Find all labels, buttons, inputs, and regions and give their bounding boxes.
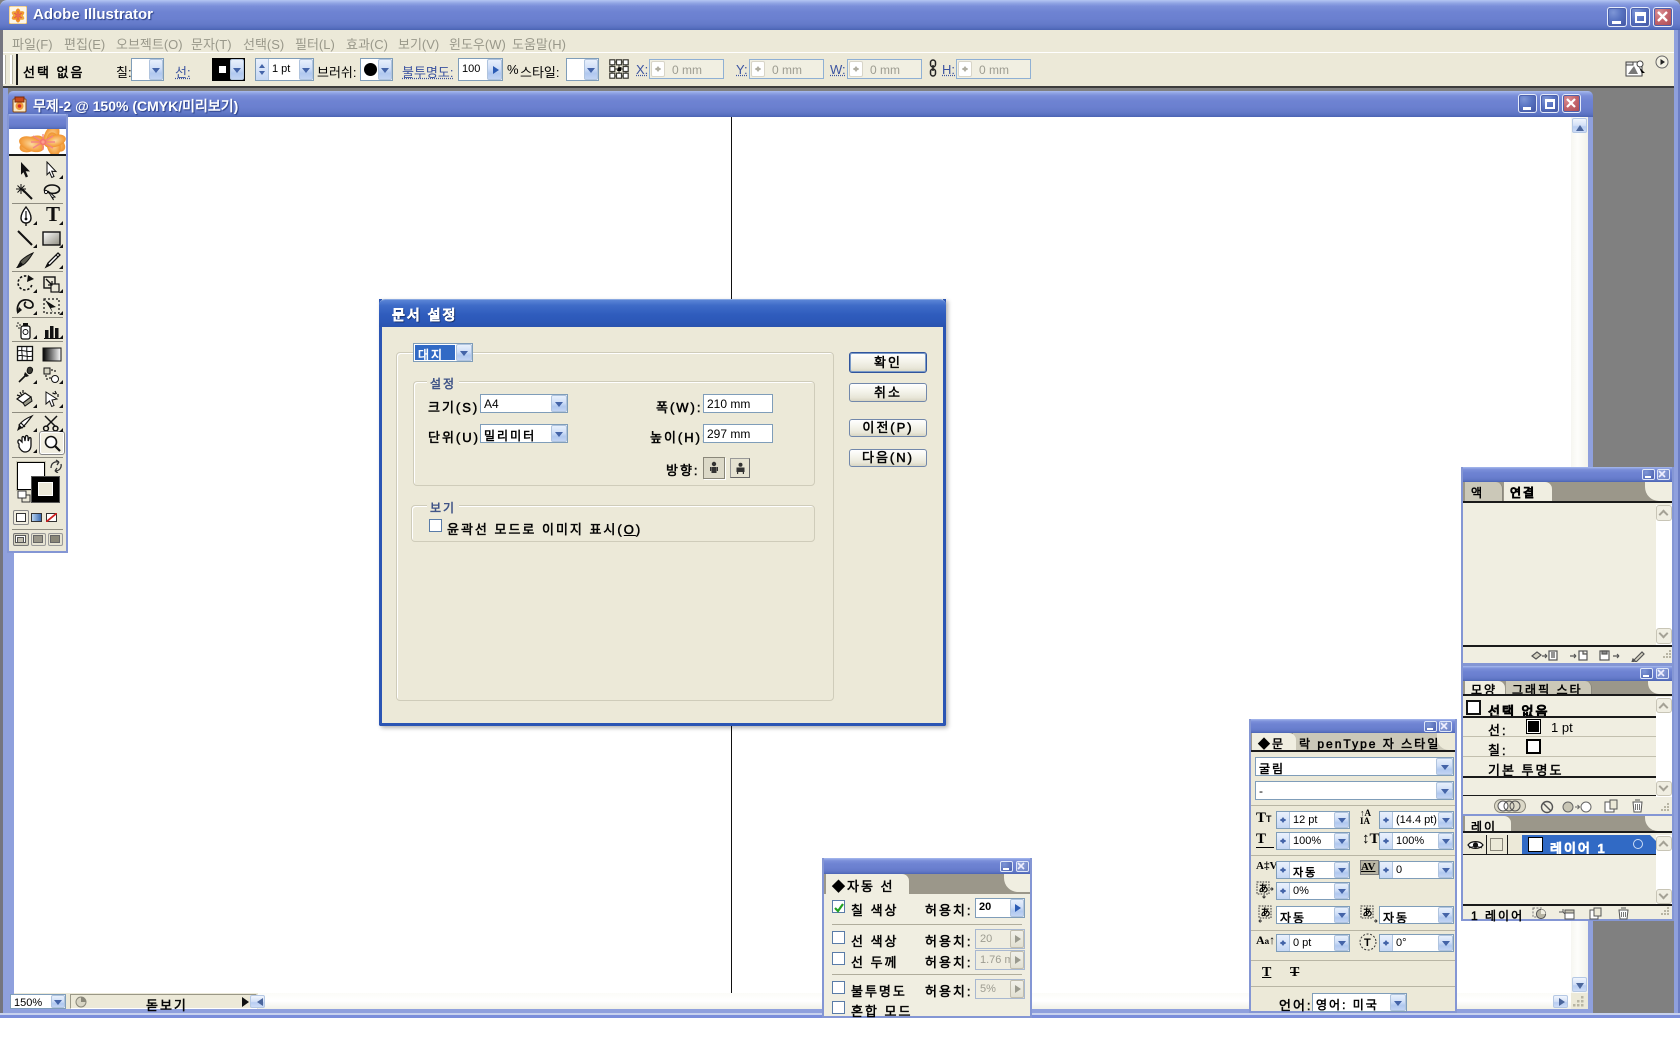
svg-text:あ: あ [1363,906,1373,919]
svg-text:あ: あ [1261,906,1271,919]
svg-text:T: T [1364,937,1371,949]
svg-text:あ: あ [1259,882,1269,895]
